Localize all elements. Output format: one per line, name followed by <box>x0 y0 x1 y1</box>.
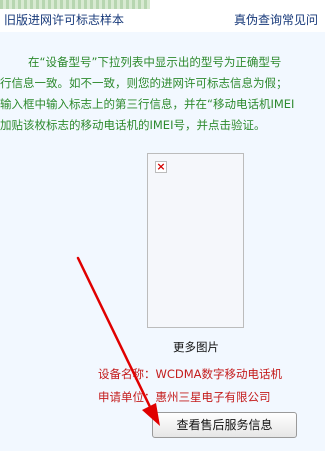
old-sample-link[interactable]: 旧版进网许可标志样本 <box>4 11 124 28</box>
instruction-line: 输入框中输入标志上的第三行信息，并在“移动电话机IMEI <box>0 97 295 111</box>
broken-image-icon: × <box>155 160 167 173</box>
device-name-value: WCDMA数字移动电话机 <box>155 367 283 381</box>
faq-link[interactable]: 真伪查询常见问 <box>234 11 318 28</box>
device-name-label: 设备名称： <box>98 367 156 381</box>
instruction-line: 加贴该枚标志的移动电话机的IMEI号，并点击验证。 <box>0 118 266 132</box>
applicant-label: 申请单位： <box>98 390 156 404</box>
more-pictures-link[interactable]: 更多图片 <box>173 339 219 355</box>
device-image[interactable]: × <box>147 153 244 328</box>
top-strip: 旧版进网许可标志样本 真伪查询常见问 <box>0 0 325 32</box>
applicant-row: 申请单位：惠州三星电子有限公司 <box>98 389 271 405</box>
device-name-row: 设备名称：WCDMA数字移动电话机 <box>98 366 282 382</box>
sample-thumbnail <box>0 0 150 9</box>
applicant-value: 惠州三星电子有限公司 <box>155 390 271 404</box>
instruction-paragraph: 在“设备型号”下拉列表中显示出的型号为正确型号 行信息一致。如不一致，则您的进网… <box>0 52 325 136</box>
instruction-line: 在“设备型号”下拉列表中显示出的型号为正确型号 <box>28 55 282 69</box>
content-panel: 在“设备型号”下拉列表中显示出的型号为正确型号 行信息一致。如不一致，则您的进网… <box>0 32 325 451</box>
instruction-line: 行信息一致。如不一致，则您的进网许可标志信息为假； <box>0 76 288 90</box>
after-sales-service-button[interactable]: 查看售后服务信息 <box>152 412 297 438</box>
